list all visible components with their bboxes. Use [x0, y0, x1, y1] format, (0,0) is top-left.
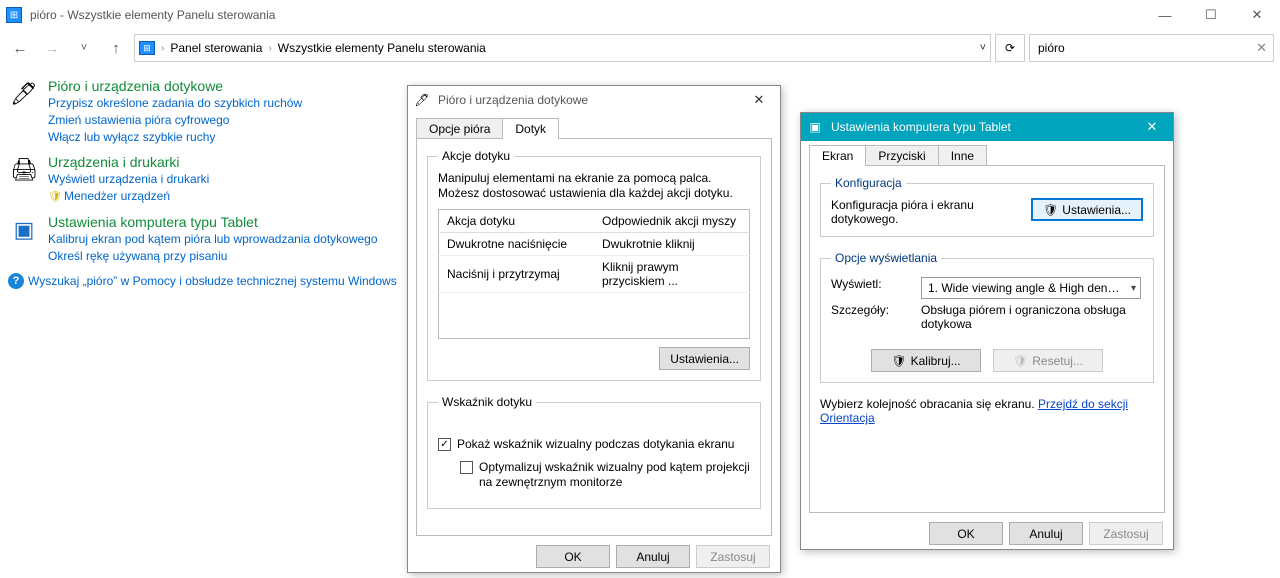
- group-label: Akcje dotyku: [438, 149, 514, 163]
- configuration-description: Konfiguracja pióra i ekranu dotykowego.: [831, 198, 1021, 226]
- table-row[interactable]: Dwukrotne naciśnięcie Dwukrotnie kliknij: [439, 233, 750, 256]
- result-heading[interactable]: Ustawienia komputera typu Tablet: [48, 214, 378, 230]
- address-dropdown-chevron[interactable]: ˅: [980, 42, 986, 54]
- touch-action-settings-button[interactable]: Ustawienia...: [659, 347, 750, 370]
- calibrate-button[interactable]: 🛡 Kalibruj...: [871, 349, 981, 372]
- col-touch-action[interactable]: Akcja dotyku: [439, 210, 595, 233]
- close-button[interactable]: ✕: [1234, 0, 1280, 30]
- cancel-button[interactable]: Anuluj: [1009, 522, 1083, 545]
- details-value: Obsługa piórem i ograniczona obsługa dot…: [921, 303, 1143, 331]
- task-link[interactable]: Włącz lub wyłącz szybkie ruchy: [48, 129, 302, 146]
- search-box[interactable]: ✕: [1029, 34, 1274, 62]
- display-label: Wyświetl:: [831, 277, 909, 299]
- dialog-title: Ustawienia komputera typu Tablet: [831, 120, 1011, 134]
- ok-button[interactable]: OK: [536, 545, 610, 568]
- tab-buttons[interactable]: Przyciski: [865, 145, 938, 166]
- task-link[interactable]: Zmień ustawienia pióra cyfrowego: [48, 112, 302, 129]
- pen-icon: 🖊: [414, 92, 430, 108]
- tablet-pc-settings-dialog: ▣ Ustawienia komputera typu Tablet ✕ Ekr…: [800, 112, 1174, 550]
- display-options-group: Opcje wyświetlania Wyświetl: 1. Wide vie…: [820, 251, 1154, 383]
- help-icon: ?: [8, 273, 24, 289]
- window-title: pióro - Wszystkie elementy Panelu sterow…: [30, 8, 275, 22]
- tablet-icon: ▣: [8, 214, 40, 246]
- tablet-icon: ▣: [807, 119, 823, 135]
- table-row[interactable]: Naciśnij i przytrzymaj Kliknij prawym pr…: [439, 256, 750, 293]
- breadcrumb-item[interactable]: Panel sterowania: [170, 41, 262, 55]
- shield-icon: 🛡: [1043, 203, 1058, 217]
- task-link[interactable]: Wyświetl urządzenia i drukarki: [48, 171, 209, 188]
- tab-other[interactable]: Inne: [938, 145, 987, 166]
- clear-search-icon[interactable]: ✕: [1256, 40, 1267, 56]
- task-link[interactable]: Określ rękę używaną przy pisaniu: [48, 248, 378, 265]
- task-link[interactable]: Kalibruj ekran pod kątem pióra lub wprow…: [48, 231, 378, 248]
- group-label: Konfiguracja: [831, 176, 906, 190]
- printer-icon: 🖨: [8, 154, 40, 186]
- ok-button[interactable]: OK: [929, 522, 1003, 545]
- search-input[interactable]: [1036, 40, 1256, 56]
- chevron-down-icon: ▾: [1131, 283, 1136, 294]
- chevron-right-icon: ›: [268, 43, 271, 54]
- apply-button[interactable]: Zastosuj: [696, 545, 770, 568]
- touch-actions-table[interactable]: Akcja dotyku Odpowiednik akcji myszy Dwu…: [438, 209, 750, 339]
- orientation-text: Wybierz kolejność obracania się ekranu.: [820, 397, 1035, 411]
- maximize-button[interactable]: ☐: [1188, 0, 1234, 30]
- breadcrumb-item[interactable]: Wszystkie elementy Panelu sterowania: [278, 41, 486, 55]
- shield-icon: 🛡: [1013, 354, 1028, 368]
- touch-actions-group: Akcje dotyku Manipuluj elementami na ekr…: [427, 149, 761, 381]
- control-panel-icon: ⊞: [6, 7, 22, 23]
- result-heading[interactable]: Urządzenia i drukarki: [48, 154, 209, 170]
- tab-pen-options[interactable]: Opcje pióra: [416, 118, 503, 139]
- details-label: Szczegóły:: [831, 303, 909, 317]
- pen-icon: 🖊: [8, 78, 40, 110]
- shield-icon: 🛡: [891, 354, 906, 368]
- configure-settings-button[interactable]: 🛡 Ustawienia...: [1031, 198, 1143, 221]
- group-label: Wskaźnik dotyku: [438, 395, 536, 409]
- touch-actions-description: Manipuluj elementami na ekranie za pomoc…: [438, 171, 750, 201]
- close-icon[interactable]: ✕: [1137, 116, 1167, 138]
- tab-screen[interactable]: Ekran: [809, 145, 866, 166]
- group-label: Opcje wyświetlania: [831, 251, 941, 265]
- task-link-device-manager[interactable]: Menedżer urządzeń: [48, 188, 209, 206]
- display-select[interactable]: 1. Wide viewing angle & High density ▾: [921, 277, 1141, 299]
- configuration-group: Konfiguracja Konfiguracja pióra i ekranu…: [820, 176, 1154, 237]
- chevron-right-icon: ›: [161, 43, 164, 54]
- up-button[interactable]: ↑: [102, 34, 130, 62]
- col-mouse-equivalent[interactable]: Odpowiednik akcji myszy: [594, 210, 750, 233]
- tab-touch[interactable]: Dotyk: [502, 118, 559, 139]
- show-visual-feedback-checkbox[interactable]: Pokaż wskaźnik wizualny podczas dotykani…: [438, 437, 750, 452]
- result-heading[interactable]: Pióro i urządzenia dotykowe: [48, 78, 302, 94]
- control-panel-icon: ⊞: [139, 41, 155, 55]
- cancel-button[interactable]: Anuluj: [616, 545, 690, 568]
- minimize-button[interactable]: —: [1142, 0, 1188, 30]
- recent-locations-chevron[interactable]: ˅: [70, 34, 98, 62]
- apply-button[interactable]: Zastosuj: [1089, 522, 1163, 545]
- touch-pointer-group: Wskaźnik dotyku Pokaż wskaźnik wizualny …: [427, 395, 761, 509]
- back-button[interactable]: ←: [6, 34, 34, 62]
- task-link[interactable]: Przypisz określone zadania do szybkich r…: [48, 95, 302, 112]
- refresh-button[interactable]: ⟳: [995, 34, 1025, 62]
- address-bar[interactable]: ⊞ › Panel sterowania › Wszystkie element…: [134, 34, 991, 62]
- dialog-title: Pióro i urządzenia dotykowe: [438, 93, 588, 107]
- checkbox-icon: [460, 461, 473, 474]
- help-search-link[interactable]: Wyszukaj „pióro” w Pomocy i obsłudze tec…: [28, 274, 397, 288]
- reset-button[interactable]: 🛡 Resetuj...: [993, 349, 1103, 372]
- forward-button[interactable]: →: [38, 34, 66, 62]
- checkbox-icon: [438, 438, 451, 451]
- close-icon[interactable]: ✕: [744, 89, 774, 111]
- pen-and-touch-dialog: 🖊 Pióro i urządzenia dotykowe ✕ Opcje pi…: [407, 85, 781, 573]
- optimize-projection-checkbox[interactable]: Optymalizuj wskaźnik wizualny pod kątem …: [460, 460, 750, 490]
